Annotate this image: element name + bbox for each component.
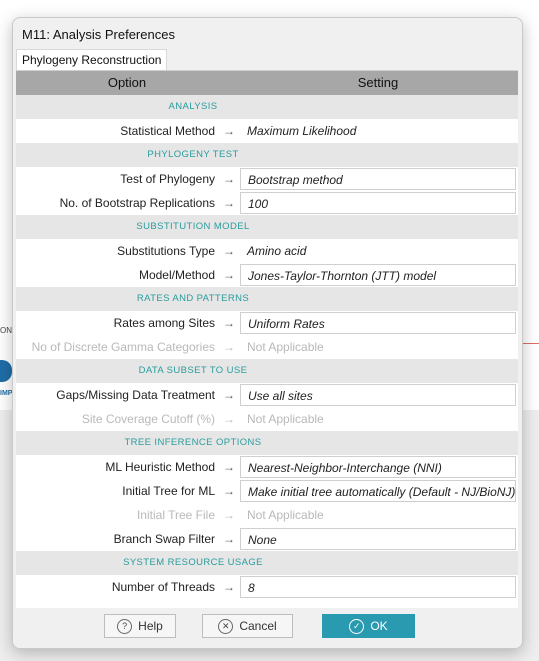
setting-dropdown[interactable]: None — [240, 528, 516, 550]
option-row: Rates among Sites → Uniform Rates — [16, 311, 518, 335]
option-row: Number of Threads → 8 — [16, 575, 518, 599]
preferences-grid: Option Setting ANALYSIS Statistical Metho… — [16, 70, 518, 608]
setting-dropdown[interactable]: Use all sites — [240, 384, 516, 406]
option-row: Initial Tree for ML → Make initial tree au… — [16, 479, 518, 503]
option-label: Model/Method — [138, 268, 215, 282]
setting-value: Not Applicable — [247, 412, 324, 426]
ok-button-label: OK — [370, 619, 388, 633]
option-row: Gaps/Missing Data Treatment → Use all site… — [16, 383, 518, 407]
arrow-right-icon: → — [223, 196, 235, 210]
option-row: Initial Tree File → Not Applicable — [16, 503, 518, 527]
section-header: DATA SUBSET TO USE — [16, 359, 518, 383]
section-header: PHYLOGENY TEST — [16, 143, 518, 167]
dialog-title: M11: Analysis Preferences — [22, 27, 175, 42]
analysis-preferences-dialog: M11: Analysis Preferences Phylogeny Reco… — [12, 17, 523, 649]
close-circle-icon: ✕ — [218, 618, 234, 634]
question-icon: ? — [117, 618, 133, 634]
option-label: Statistical Method — [120, 124, 215, 138]
option-label: Branch Swap Filter — [113, 532, 215, 546]
section-label: SYSTEM RESOURCE USAGE — [123, 557, 263, 568]
section-header: ANALYSIS — [16, 95, 518, 119]
section-label: RATES AND PATTERNS — [136, 293, 250, 304]
setting-column-header: Setting — [357, 75, 399, 90]
section-header: SYSTEM RESOURCE USAGE — [16, 551, 518, 575]
arrow-right-icon: → — [223, 172, 235, 186]
arrow-right-icon: → — [223, 460, 235, 474]
arrow-right-icon: → — [223, 412, 235, 426]
setting-value: Maximum Likelihood — [247, 124, 357, 138]
option-row: Test of Phylogeny → Bootstrap method — [16, 167, 518, 191]
setting-dropdown[interactable]: 100 — [240, 192, 516, 214]
setting-dropdown[interactable]: Uniform Rates — [240, 312, 516, 334]
arrow-right-icon: → — [223, 508, 235, 522]
option-label: Rates among Sites — [113, 316, 215, 330]
option-row: Model/Method → Jones-Taylor-Thornton (JTT)… — [16, 263, 518, 287]
option-row: ML Heuristic Method → Nearest-Neighbor-Int… — [16, 455, 518, 479]
option-label: Initial Tree for ML — [122, 484, 215, 498]
section-label: DATA SUBSET TO USE — [138, 365, 248, 376]
arrow-right-icon: → — [223, 316, 235, 330]
arrow-right-icon: → — [223, 580, 235, 594]
arrow-right-icon: → — [223, 340, 235, 354]
setting-dropdown[interactable]: Bootstrap method — [240, 168, 516, 190]
grid-header: Option Setting — [16, 71, 518, 95]
option-column-header: Option — [107, 75, 147, 90]
setting-dropdown[interactable]: Make initial tree automatically (Default… — [240, 480, 516, 502]
setting-value: Amino acid — [247, 244, 307, 258]
arrow-right-icon: → — [223, 532, 235, 546]
tab-phylogeny-reconstruction[interactable]: Phylogeny Reconstruction — [16, 49, 168, 71]
option-label: No of Discrete Gamma Categories — [31, 340, 215, 354]
option-row: Branch Swap Filter → None — [16, 527, 518, 551]
option-label: Test of Phylogeny — [120, 172, 215, 186]
setting-dropdown[interactable]: Nearest-Neighbor-Interchange (NNI) — [240, 456, 516, 478]
arrow-right-icon: → — [223, 244, 235, 258]
cancel-button-label: Cancel — [239, 619, 277, 633]
setting-dropdown[interactable]: Jones-Taylor-Thornton (JTT) model — [240, 264, 516, 286]
arrow-right-icon: → — [223, 388, 235, 402]
section-label: PHYLOGENY TEST — [147, 149, 239, 160]
section-label: ANALYSIS — [168, 101, 218, 112]
dialog-footer: ? Help ✕ Cancel ✓ OK — [13, 608, 522, 648]
section-header: RATES AND PATTERNS — [16, 287, 518, 311]
option-label: Number of Threads — [111, 580, 215, 594]
option-row: Site Coverage Cutoff (%) → Not Applicable — [16, 407, 518, 431]
option-label: Substitutions Type — [117, 244, 215, 258]
option-row: Substitutions Type → Amino acid — [16, 239, 518, 263]
setting-dropdown[interactable]: 8 — [240, 576, 516, 598]
section-label: SUBSTITUTION MODEL — [136, 221, 250, 232]
option-row: Statistical Method → Maximum Likelihood — [16, 119, 518, 143]
help-button[interactable]: ? Help — [104, 614, 176, 638]
option-label: Initial Tree File — [136, 508, 215, 522]
option-label: No. of Bootstrap Replications — [59, 196, 215, 210]
arrow-right-icon: → — [223, 484, 235, 498]
section-header: TREE INFERENCE OPTIONS — [16, 431, 518, 455]
option-label: ML Heuristic Method — [105, 460, 215, 474]
option-row: No. of Bootstrap Replications → 100 — [16, 191, 518, 215]
option-label: Gaps/Missing Data Treatment — [56, 388, 215, 402]
arrow-right-icon: → — [223, 268, 235, 282]
option-row: No of Discrete Gamma Categories → Not Appl… — [16, 335, 518, 359]
help-button-label: Help — [138, 619, 163, 633]
option-label: Site Coverage Cutoff (%) — [81, 412, 215, 426]
setting-value: Not Applicable — [247, 340, 324, 354]
check-circle-icon: ✓ — [349, 618, 365, 634]
arrow-right-icon: → — [223, 124, 235, 138]
section-label: TREE INFERENCE OPTIONS — [124, 437, 262, 448]
ok-button[interactable]: ✓ OK — [322, 614, 415, 638]
setting-value: Not Applicable — [247, 508, 324, 522]
cancel-button[interactable]: ✕ Cancel — [202, 614, 293, 638]
section-header: SUBSTITUTION MODEL — [16, 215, 518, 239]
